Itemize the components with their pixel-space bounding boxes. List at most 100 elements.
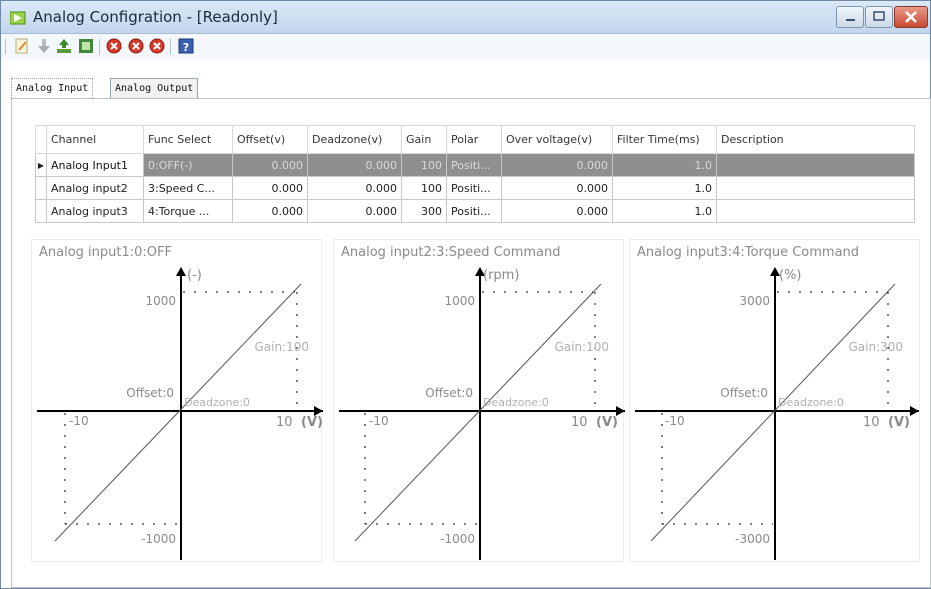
table-row-selected[interactable]: ▶ Analog Input1 0:OFF(-) 0.000 0.000 100…: [35, 153, 915, 177]
svg-text:?: ?: [183, 41, 189, 54]
minimize-button[interactable]: [836, 6, 864, 28]
stop-button-3[interactable]: [148, 37, 166, 55]
cell-description[interactable]: [716, 199, 915, 223]
column-header-polar[interactable]: Polar: [446, 125, 502, 154]
help-icon: ?: [178, 38, 194, 54]
upload-button[interactable]: [55, 37, 73, 55]
x-max-label: 10: [571, 415, 588, 430]
cell-channel[interactable]: Analog input2: [46, 176, 144, 200]
cell-deadzone[interactable]: 0.000: [307, 176, 402, 200]
tab-analog-output[interactable]: Analog Output: [110, 78, 199, 98]
close-button[interactable]: [894, 6, 928, 28]
window-title: Analog Configration - [Readonly]: [33, 8, 278, 26]
cell-func-select[interactable]: 4:Torque ...: [143, 199, 233, 223]
cell-gain[interactable]: 100: [401, 153, 447, 177]
x-unit-label: (V): [596, 415, 618, 430]
channel-table: Channel Func Select Offset(v) Deadzone(v…: [35, 125, 915, 223]
x-min-label: -10: [369, 414, 389, 428]
gain-label: Gain:100: [254, 340, 309, 354]
minimize-icon: [846, 19, 855, 21]
column-header-description[interactable]: Description: [716, 125, 915, 154]
row-selector[interactable]: [35, 176, 47, 200]
app-window: Analog Configration - [Readonly] ? Analo…: [0, 0, 931, 589]
cell-description[interactable]: [716, 176, 915, 200]
cell-over-voltage[interactable]: 0.000: [501, 176, 613, 200]
cell-deadzone[interactable]: 0.000: [307, 199, 402, 223]
export-button[interactable]: [77, 37, 95, 55]
cell-func-select[interactable]: 0:OFF(-): [143, 153, 233, 177]
toolbar-separator: [170, 39, 171, 55]
table-row[interactable]: Analog input3 4:Torque ... 0.000 0.000 3…: [35, 199, 915, 223]
stop-button-2[interactable]: [127, 37, 145, 55]
cell-filter-time[interactable]: 1.0: [612, 153, 717, 177]
cell-polar[interactable]: Positi...: [446, 176, 502, 200]
column-header-gain[interactable]: Gain: [401, 125, 447, 154]
cell-polar[interactable]: Positi...: [446, 199, 502, 223]
title-bar[interactable]: Analog Configration - [Readonly]: [1, 1, 930, 34]
cell-offset[interactable]: 0.000: [232, 176, 308, 200]
x-min-label: -10: [665, 414, 685, 428]
deadzone-label: Deadzone:0: [483, 396, 549, 409]
column-header-deadzone[interactable]: Deadzone(v): [307, 125, 402, 154]
maximize-button[interactable]: [865, 6, 893, 28]
cell-filter-time[interactable]: 1.0: [612, 199, 717, 223]
cell-polar[interactable]: Positi...: [446, 153, 502, 177]
y-max-label: 1000: [444, 294, 475, 308]
y-max-label: 1000: [145, 294, 176, 308]
download-button[interactable]: [35, 37, 53, 55]
stop-icon: [106, 38, 122, 54]
column-header-over-voltage[interactable]: Over voltage(v): [501, 125, 613, 154]
column-header-offset[interactable]: Offset(v): [232, 125, 308, 154]
stop-icon: [149, 38, 165, 54]
cell-func-select[interactable]: 3:Speed C...: [143, 176, 233, 200]
cell-gain[interactable]: 100: [401, 176, 447, 200]
row-indicator-header: [35, 125, 47, 154]
deadzone-label: Deadzone:0: [778, 396, 844, 409]
offset-label: Offset:0: [720, 386, 768, 400]
table-header-row: Channel Func Select Offset(v) Deadzone(v…: [35, 125, 915, 154]
x-max-label: 10: [276, 415, 293, 430]
y-min-label: -1000: [141, 532, 176, 546]
app-icon: [10, 11, 26, 25]
cell-deadzone[interactable]: 0.000: [307, 153, 402, 177]
cell-offset[interactable]: 0.000: [232, 199, 308, 223]
cell-channel[interactable]: Analog Input1: [46, 153, 144, 177]
deadzone-label: Deadzone:0: [184, 396, 250, 409]
cell-filter-time[interactable]: 1.0: [612, 176, 717, 200]
cell-channel[interactable]: Analog input3: [46, 199, 144, 223]
chart-plot: (%) 3000 -3000 -10 10 (V) Gain:300 Offse…: [629, 239, 920, 562]
chart-plot: (-) 1000 -1000 -10 10 (V) Gain:100 Offse…: [31, 239, 323, 562]
table-row[interactable]: Analog input2 3:Speed C... 0.000 0.000 1…: [35, 176, 915, 200]
upload-icon: [57, 39, 71, 53]
y-unit-label: (%): [779, 268, 802, 283]
cell-offset[interactable]: 0.000: [232, 153, 308, 177]
chart-plot: (rpm) 1000 -1000 -10 10 (V) Gain:100 Off…: [333, 239, 625, 562]
offset-label: Offset:0: [126, 386, 174, 400]
column-header-channel[interactable]: Channel: [46, 125, 144, 154]
stop-icon: [128, 38, 144, 54]
y-min-label: -1000: [440, 532, 475, 546]
gain-label: Gain:100: [554, 340, 609, 354]
gain-label: Gain:300: [848, 340, 903, 354]
download-icon: [38, 39, 50, 53]
x-unit-label: (V): [888, 415, 910, 430]
cell-description[interactable]: [716, 153, 915, 177]
cell-over-voltage[interactable]: 0.000: [501, 199, 613, 223]
x-max-label: 10: [863, 415, 880, 430]
y-unit-label: (-): [187, 268, 202, 283]
close-icon: [905, 11, 917, 23]
y-max-label: 3000: [739, 294, 770, 308]
column-header-func-select[interactable]: Func Select: [143, 125, 233, 154]
stop-button-1[interactable]: [105, 37, 123, 55]
x-min-label: -10: [69, 414, 89, 428]
edit-button[interactable]: [13, 37, 31, 55]
cell-over-voltage[interactable]: 0.000: [501, 153, 613, 177]
row-selector[interactable]: [35, 199, 47, 223]
toolbar: ?: [1, 34, 930, 60]
cell-gain[interactable]: 300: [401, 199, 447, 223]
y-unit-label: (rpm): [483, 268, 519, 283]
offset-label: Offset:0: [425, 386, 473, 400]
column-header-filter-time[interactable]: Filter Time(ms): [612, 125, 717, 154]
help-button[interactable]: ?: [177, 37, 195, 55]
toolbar-separator: [99, 39, 100, 55]
